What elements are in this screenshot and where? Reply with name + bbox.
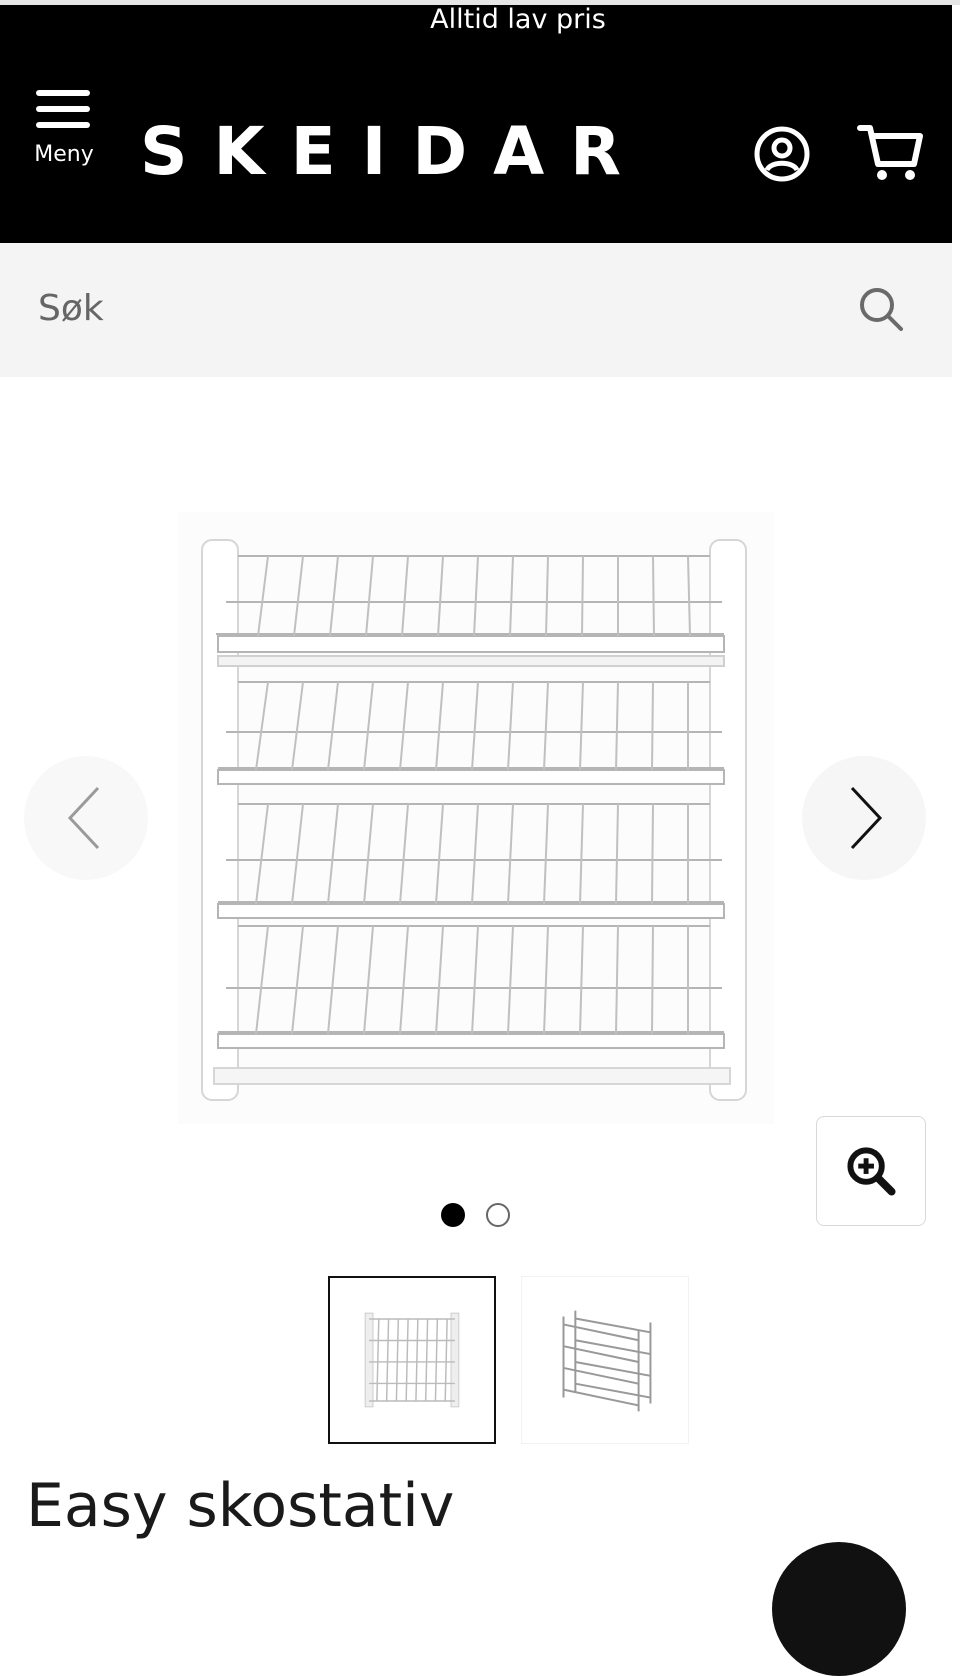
product-title: Easy skostativ xyxy=(26,1471,455,1541)
brand-logo[interactable]: SKEIDAR xyxy=(140,112,680,192)
account-button[interactable] xyxy=(752,124,812,184)
product-image[interactable] xyxy=(178,512,774,1124)
shoe-rack-illustration xyxy=(201,539,747,1101)
zoom-in-icon xyxy=(847,1147,896,1196)
search-button[interactable] xyxy=(856,284,908,336)
menu-label: Meny xyxy=(34,142,94,167)
zoom-button[interactable] xyxy=(816,1116,926,1226)
chat-button[interactable] xyxy=(772,1542,906,1676)
cart-icon xyxy=(857,125,923,180)
carousel-dot[interactable] xyxy=(486,1203,510,1227)
shoe-rack-thumbnail-angle xyxy=(562,1310,652,1412)
menu-button[interactable]: Meny xyxy=(28,80,100,175)
account-icon xyxy=(754,126,810,182)
chevron-left-icon xyxy=(67,786,100,850)
search-icon xyxy=(860,288,903,331)
promo-bar: Alltid lav pris xyxy=(0,5,952,45)
promo-text: Alltid lav pris xyxy=(430,4,606,35)
search-input[interactable] xyxy=(38,273,798,343)
cart-button[interactable] xyxy=(856,120,926,184)
thumbnail-angle-view[interactable] xyxy=(521,1276,689,1444)
thumbnail-front-view[interactable] xyxy=(328,1276,496,1444)
hamburger-menu-icon xyxy=(36,90,90,128)
next-image-button[interactable] xyxy=(802,756,926,880)
previous-image-button[interactable] xyxy=(24,756,148,880)
carousel-dot-active[interactable] xyxy=(441,1203,465,1227)
search-bar xyxy=(0,243,952,377)
shoe-rack-thumbnail-front xyxy=(364,1312,460,1408)
chevron-right-icon xyxy=(850,786,883,850)
